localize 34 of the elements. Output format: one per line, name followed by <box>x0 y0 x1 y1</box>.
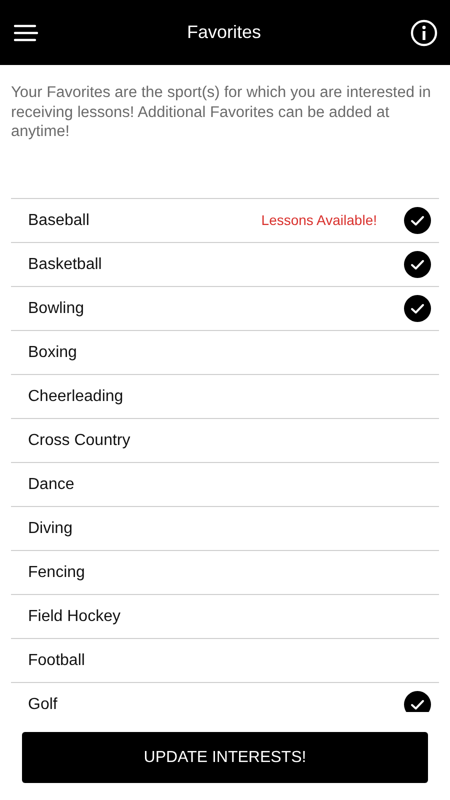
sport-name: Football <box>28 650 85 670</box>
intro-text: Your Favorites are the sport(s) for which you are interested in receiving lessons! Additional Favorites can be added at anytime! <box>10 83 432 142</box>
checkmark-icon[interactable] <box>404 295 431 322</box>
sport-name: Cheerleading <box>28 386 124 406</box>
sport-list-item[interactable]: Dance <box>11 463 439 507</box>
sport-list-item[interactable]: Fencing <box>11 551 439 595</box>
checkmark-icon[interactable] <box>404 251 431 278</box>
sport-list-item[interactable]: Basketball <box>11 243 439 287</box>
sport-list-item[interactable]: Golf <box>11 683 439 712</box>
page-title: Favorites <box>186 21 262 44</box>
checkmark-icon[interactable] <box>404 691 431 712</box>
sport-name: Field Hockey <box>28 606 120 626</box>
sport-list-item[interactable]: Baseball Lessons Available! <box>11 199 439 243</box>
sport-list-item[interactable]: Cheerleading <box>11 375 439 419</box>
menu-icon[interactable] <box>14 24 38 42</box>
sport-list-item[interactable]: Cross Country <box>11 419 439 463</box>
lessons-available-label: Lessons Available! <box>261 211 377 230</box>
checkmark-icon[interactable] <box>404 207 431 234</box>
sport-list-item[interactable]: Boxing <box>11 331 439 375</box>
sport-list-item[interactable]: Bowling <box>11 287 439 331</box>
sport-name: Basketball <box>28 254 102 274</box>
sport-name: Cross Country <box>28 430 130 450</box>
sport-name: Dance <box>28 474 74 494</box>
sport-name: Diving <box>28 518 72 538</box>
sport-name: Fencing <box>28 562 85 582</box>
sport-name: Baseball <box>28 210 90 230</box>
info-icon[interactable] <box>410 18 438 46</box>
update-interests-button[interactable]: UPDATE INTERESTS! <box>22 732 428 783</box>
sport-list-item[interactable]: Football <box>11 639 439 683</box>
sport-list-item[interactable]: Field Hockey <box>11 595 439 639</box>
sport-name: Bowling <box>28 298 84 318</box>
sport-name: Golf <box>28 694 58 712</box>
sport-name: Boxing <box>28 342 77 362</box>
sport-list-item[interactable]: Diving <box>11 507 439 551</box>
